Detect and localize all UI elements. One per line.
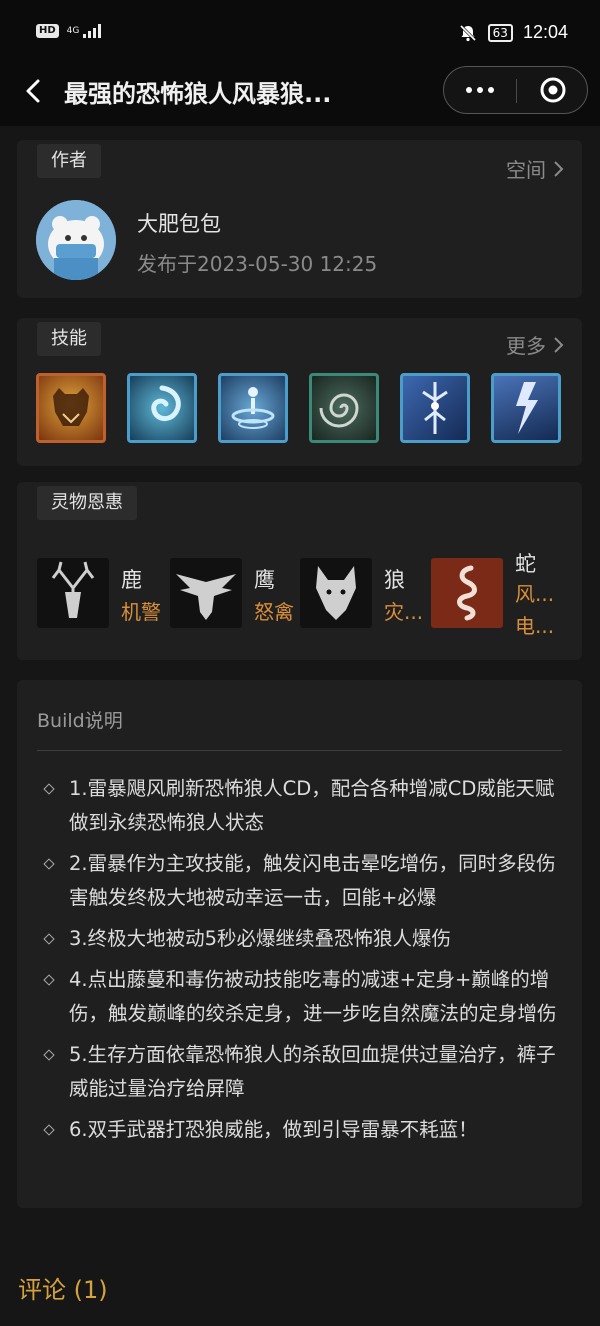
wolf-head-icon (300, 558, 372, 628)
more-skills-label: 更多 (506, 334, 546, 358)
build-card: Build说明 1.雷暴飓风刷新恐怖狼人CD，配合各种增减CD威能天赋做到永续恐… (17, 680, 582, 1208)
build-item: 6.双手武器打恐狼威能，做到引导雷暴不耗蓝！ (43, 1113, 563, 1147)
clock: 12:04 (522, 22, 568, 42)
boon-deer[interactable]: 鹿 机警 (37, 556, 167, 646)
skills-card: 技能 更多 (17, 318, 582, 466)
deer-skull-icon (37, 558, 109, 628)
ellipsis-icon (466, 87, 472, 93)
network-label: 4G (66, 26, 80, 36)
space-link-label: 空间 (506, 158, 546, 182)
diamond-bullet-icon (43, 783, 55, 795)
target-icon (540, 77, 566, 103)
boon-name: 狼 (384, 568, 405, 592)
avatar[interactable] (36, 200, 116, 280)
status-right: 63 12:04 (458, 22, 568, 43)
author-tag: 作者 (37, 144, 101, 178)
build-item: 3.终极大地被动5秒必爆继续叠恐怖狼人爆伤 (43, 922, 563, 956)
boon-sub: 风... (515, 582, 555, 606)
boon-sub: 机警 (121, 600, 161, 624)
boon-sub: 灾... (384, 600, 424, 624)
chevron-right-icon (554, 160, 564, 177)
avatar-image (36, 200, 116, 280)
battery-indicator: 63 (487, 23, 513, 42)
comments-header[interactable]: 评论 (1) (18, 1270, 108, 1305)
boon-eagle[interactable]: 鹰 怒禽 (170, 556, 300, 646)
boons-card: 灵物恩惠 鹿 机警 鹰 怒禽 狼 灾... 蛇 风... 电... (17, 482, 582, 660)
status-left: HD 4G (36, 24, 102, 38)
author-name: 大肥包包 (137, 212, 221, 236)
snake-icon (431, 558, 503, 628)
diamond-bullet-icon (43, 974, 55, 986)
hd-badge: HD (36, 24, 59, 38)
boon-name: 鹰 (254, 568, 275, 592)
build-item-text: 1.雷暴飓风刷新恐怖狼人CD，配合各种增减CD威能天赋做到永续恐怖狼人状态 (69, 777, 555, 834)
build-item: 5.生存方面依靠恐怖狼人的杀敌回血提供过量治疗，裤子威能过量治疗给屏障 (43, 1038, 563, 1106)
mini-program-capsule (443, 66, 588, 114)
skills-tag: 技能 (37, 322, 101, 356)
boon-sub: 怒禽 (254, 600, 294, 624)
build-title: Build说明 (37, 710, 123, 732)
lightning-strike-skill-icon[interactable] (400, 373, 470, 443)
spiral-skill-icon[interactable] (309, 373, 379, 443)
boon-sub-secondary: 电... (515, 614, 555, 638)
build-list: 1.雷暴飓风刷新恐怖狼人CD，配合各种增减CD威能天赋做到永续恐怖狼人状态 2.… (43, 772, 563, 1154)
close-button[interactable] (517, 67, 589, 113)
build-item-text: 3.终极大地被动5秒必爆继续叠恐怖狼人爆伤 (69, 927, 452, 950)
boon-row: 鹿 机警 鹰 怒禽 狼 灾... 蛇 风... 电... (37, 552, 582, 646)
build-item: 1.雷暴飓风刷新恐怖狼人CD，配合各种增减CD威能天赋做到永续恐怖狼人状态 (43, 772, 563, 840)
bear-roar-skill-icon[interactable] (36, 373, 106, 443)
diamond-bullet-icon (43, 1124, 55, 1136)
skill-row (36, 373, 561, 443)
build-item-text: 5.生存方面依靠恐怖狼人的杀敌回血提供过量治疗，裤子威能过量治疗给屏障 (69, 1043, 556, 1100)
build-item-text: 4.点出藤蔓和毒伤被动技能吃毒的减速+定身+巅峰的增伤，触发巅峰的绞杀定身，进一… (69, 968, 557, 1025)
boon-wolf[interactable]: 狼 灾... (300, 556, 430, 646)
publish-time: 发布于2023-05-30 12:25 (137, 252, 378, 276)
chevron-left-icon (26, 79, 40, 103)
cyclone-skill-icon[interactable] (218, 373, 288, 443)
space-link[interactable]: 空间 (506, 154, 564, 183)
more-button[interactable] (444, 67, 516, 113)
diamond-bullet-icon (43, 858, 55, 870)
author-card: 作者 空间 大肥包包 发布于2023-05-30 12:25 (17, 140, 582, 298)
storm-bolt-skill-icon[interactable] (491, 373, 561, 443)
bell-muted-icon (459, 24, 476, 41)
build-divider (37, 750, 562, 751)
build-item: 4.点出藤蔓和毒伤被动技能吃毒的减速+定身+巅峰的增伤，触发巅峰的绞杀定身，进一… (43, 963, 563, 1031)
eagle-icon (170, 558, 242, 628)
more-skills-link[interactable]: 更多 (506, 330, 564, 359)
boon-name: 蛇 (515, 552, 536, 576)
boon-name: 鹿 (121, 568, 142, 592)
back-button[interactable] (20, 76, 50, 106)
build-item-text: 6.双手武器打恐狼威能，做到引导雷暴不耗蓝！ (69, 1118, 478, 1141)
vortex-skill-icon[interactable] (127, 373, 197, 443)
build-item: 2.雷暴作为主攻技能，触发闪电击晕吃增伤，同时多段伤害触发终极大地被动幸运一击，… (43, 847, 563, 915)
page-title: 最强的恐怖狼人风暴狼... (64, 80, 332, 108)
diamond-bullet-icon (43, 1049, 55, 1061)
build-item-text: 2.雷暴作为主攻技能，触发闪电击晕吃增伤，同时多段伤害触发终极大地被动幸运一击，… (69, 852, 556, 909)
signal-icon (83, 24, 102, 38)
boons-tag: 灵物恩惠 (37, 486, 137, 520)
diamond-bullet-icon (43, 933, 55, 945)
boon-snake[interactable]: 蛇 风... 电... (431, 552, 581, 646)
status-bar: HD 4G 63 12:04 (0, 0, 600, 70)
nav-bar: 最强的恐怖狼人风暴狼... (0, 62, 600, 126)
chevron-right-icon (554, 336, 564, 353)
